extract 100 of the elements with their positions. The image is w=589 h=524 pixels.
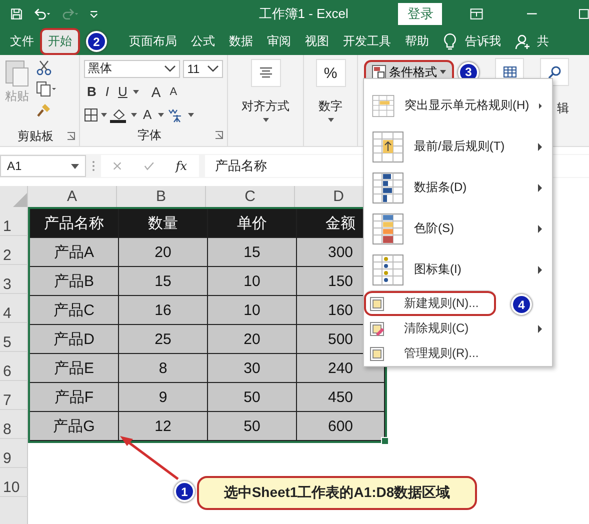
person-add-icon — [515, 34, 531, 50]
insert-function-button[interactable]: fx — [176, 159, 187, 173]
dialog-launcher-icon[interactable] — [67, 132, 75, 140]
bold-button[interactable]: B — [84, 84, 100, 99]
ribbon-tab[interactable]: 审阅 — [261, 30, 297, 53]
rule-icon — [372, 212, 404, 244]
column-header[interactable]: A — [28, 186, 117, 207]
fill-handle[interactable] — [381, 437, 389, 445]
minimize-icon[interactable] — [527, 13, 538, 15]
table-cell: 产品G — [30, 412, 119, 441]
lightbulb-icon — [443, 32, 457, 50]
table-cell: 产品F — [30, 383, 119, 412]
fill-color-icon[interactable] — [110, 106, 128, 122]
column-header[interactable]: B — [117, 186, 206, 207]
rule-icon — [372, 130, 404, 162]
share-label[interactable]: 共 — [537, 33, 549, 50]
row-header[interactable]: 5 — [0, 323, 28, 352]
table-cell: 50 — [208, 412, 297, 441]
row-header[interactable]: 7 — [0, 381, 28, 410]
ribbon-tab[interactable]: 开发工具 — [337, 30, 397, 53]
table-cell: 产品C — [30, 296, 119, 325]
column-header[interactable]: C — [206, 186, 295, 207]
table-cell: 12 — [119, 412, 208, 441]
font-name-field[interactable]: 黑体 — [84, 60, 180, 78]
ribbon-tab[interactable]: 页面布局 — [123, 30, 183, 53]
dropdown-caret-icon — [440, 70, 446, 74]
table-cell: 30 — [208, 354, 297, 383]
rule-icon — [370, 296, 384, 310]
dropdown-caret-icon[interactable] — [262, 118, 268, 122]
table-cell: 15 — [119, 267, 208, 296]
table-cell: 产品B — [30, 267, 119, 296]
table-cell: 25 — [119, 325, 208, 354]
alignment-button[interactable]: 对齐方式 — [242, 98, 290, 115]
align-icon[interactable] — [250, 59, 280, 87]
row-header[interactable]: 2 — [0, 236, 28, 265]
maximize-icon[interactable] — [579, 8, 589, 20]
menu-item[interactable]: 最前/最后规则(T) — [364, 126, 552, 167]
cut-icon[interactable] — [36, 60, 52, 76]
step-marker: 2 — [86, 31, 107, 52]
table-cell: 20 — [208, 325, 297, 354]
format-painter-icon[interactable] — [36, 102, 52, 118]
dialog-launcher-icon[interactable] — [215, 131, 223, 139]
dropdown-caret-icon[interactable] — [188, 112, 194, 116]
table-cell: 50 — [208, 383, 297, 412]
triangle-icon — [13, 193, 27, 207]
percent-icon[interactable]: % — [316, 59, 346, 87]
font-size-field[interactable]: 11 — [183, 60, 223, 78]
editing-label[interactable]: 辑 — [557, 100, 569, 117]
font-color-button[interactable]: A — [140, 107, 155, 122]
chevron-down-icon — [207, 64, 219, 72]
rule-icon — [372, 172, 404, 204]
dropdown-caret-icon — [71, 164, 79, 168]
clipboard-icon — [4, 58, 30, 88]
table-cell: 16 — [119, 296, 208, 325]
table-cell: 10 — [208, 267, 297, 296]
table-cell: 450 — [297, 383, 385, 412]
login-button[interactable]: 登录 — [398, 3, 442, 25]
more-icon — [92, 160, 95, 172]
italic-button[interactable]: I — [102, 84, 112, 99]
decrease-font-button[interactable]: A — [166, 86, 180, 98]
ribbon-tab[interactable]: 开始 — [42, 30, 78, 53]
header-cell: 数量 — [119, 209, 208, 238]
ribbon-tab[interactable]: 帮助 — [399, 30, 435, 53]
row-header[interactable]: 4 — [0, 294, 28, 323]
row-header[interactable]: 9 — [0, 439, 28, 468]
dropdown-caret-icon[interactable] — [133, 90, 140, 94]
group-label: 剪贴板 — [18, 128, 54, 144]
table-cell: 产品E — [30, 354, 119, 383]
tell-me-button[interactable]: 告诉我 — [459, 30, 507, 53]
dropdown-caret-icon[interactable] — [131, 112, 137, 116]
ribbon-tab[interactable]: 文件 — [4, 30, 40, 53]
step-marker: 4 — [511, 294, 532, 315]
table-cell: 8 — [119, 354, 208, 383]
ribbon-display-icon[interactable] — [470, 7, 484, 21]
increase-font-button[interactable]: A — [148, 84, 164, 100]
rule-icon — [372, 254, 404, 286]
customize-icon[interactable] — [88, 8, 99, 20]
row-header[interactable]: 10 — [0, 468, 28, 497]
table-cell: 20 — [119, 238, 208, 267]
row-header[interactable]: 6 — [0, 352, 28, 381]
underline-button[interactable]: U — [115, 84, 130, 99]
number-button[interactable]: 数字 — [318, 98, 342, 115]
borders-icon[interactable] — [84, 108, 98, 122]
ribbon-tab[interactable]: 数据 — [223, 30, 259, 53]
undo-icon[interactable] — [33, 6, 52, 22]
menu-item[interactable]: 突出显示单元格规则(H) — [364, 85, 552, 126]
row-header[interactable]: 3 — [0, 265, 28, 294]
name-box[interactable]: A1 — [0, 155, 86, 177]
dropdown-caret-icon[interactable] — [101, 112, 107, 116]
ribbon-tab[interactable]: 公式 — [185, 30, 221, 53]
table-cell: 9 — [119, 383, 208, 412]
copy-icon[interactable] — [36, 81, 58, 97]
ribbon-tab[interactable]: 视图 — [299, 30, 335, 53]
table-cell: 600 — [297, 412, 385, 441]
row-header[interactable]: 1 — [0, 207, 28, 236]
save-icon[interactable] — [10, 6, 24, 22]
rule-icon — [370, 346, 384, 360]
row-header[interactable]: 8 — [0, 410, 28, 439]
dropdown-caret-icon[interactable] — [328, 118, 334, 122]
dropdown-caret-icon[interactable] — [158, 112, 164, 116]
